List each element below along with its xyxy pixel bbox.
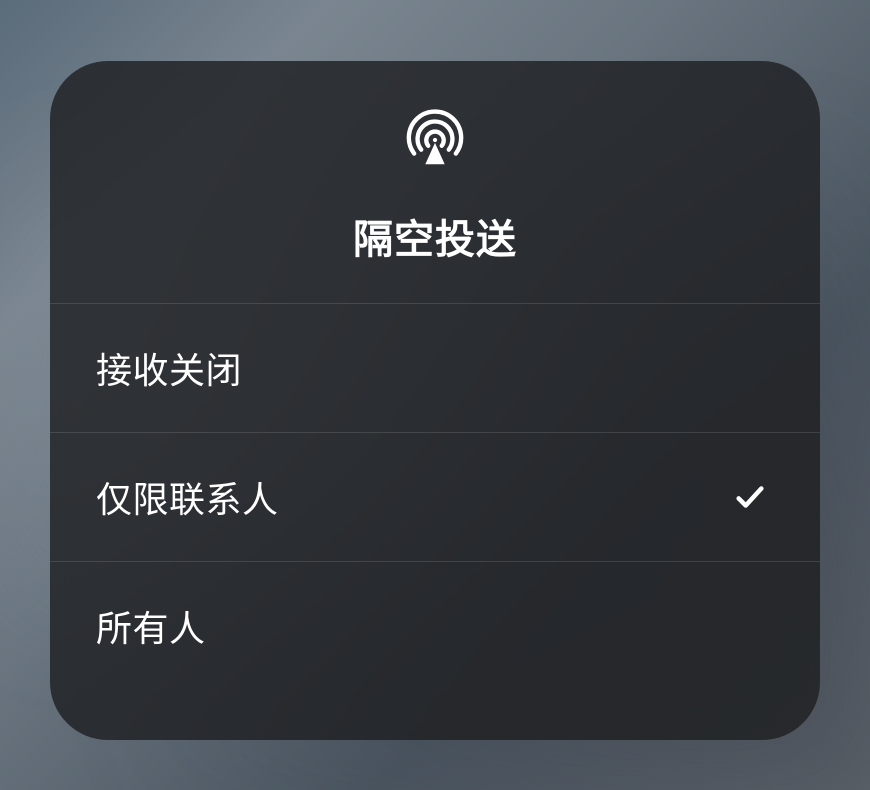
- panel-title: 隔空投送: [353, 207, 517, 265]
- checkmark-icon: [732, 479, 768, 515]
- panel-header: 隔空投送: [50, 61, 820, 304]
- panel-bottom-space: [50, 690, 820, 740]
- airdrop-options-list: 接收关闭 仅限联系人 所有人: [50, 304, 820, 690]
- airdrop-settings-panel: 隔空投送 接收关闭 仅限联系人 所有人: [50, 61, 820, 740]
- option-label: 仅限联系人: [96, 471, 279, 523]
- option-label: 接收关闭: [96, 342, 242, 394]
- option-label: 所有人: [96, 600, 206, 652]
- checkmark-icon: [732, 350, 768, 386]
- option-receiving-off[interactable]: 接收关闭: [50, 304, 820, 433]
- checkmark-icon: [732, 608, 768, 644]
- option-everyone[interactable]: 所有人: [50, 562, 820, 690]
- airdrop-icon: [399, 103, 471, 175]
- option-contacts-only[interactable]: 仅限联系人: [50, 433, 820, 562]
